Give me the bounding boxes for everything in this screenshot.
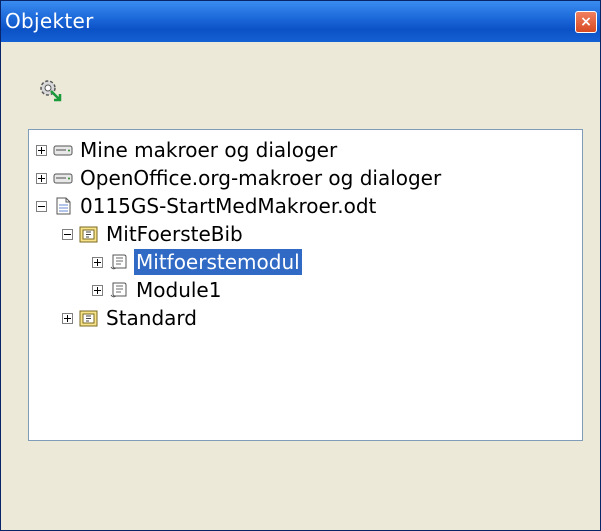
tree-item-label: OpenOffice.org-makroer og dialoger — [80, 166, 442, 190]
drive-icon — [53, 173, 73, 184]
tree-item-label: Mine makroer og dialoger — [80, 138, 338, 162]
tree-item-library-mitfoerstebib[interactable]: MitFoersteBib — [62, 221, 245, 247]
title-bar[interactable]: Objekter × — [1, 1, 600, 42]
tree-item-library-standard[interactable]: Standard — [62, 305, 199, 331]
library-icon — [79, 226, 98, 243]
drive-icon — [53, 145, 73, 156]
tree-item-document[interactable]: 0115GS-StartMedMakroer.odt — [36, 193, 378, 219]
tree-item-openoffice-macros[interactable]: OpenOffice.org-makroer og dialoger — [36, 165, 443, 191]
collapse-icon[interactable] — [36, 200, 47, 212]
tree-item-module-module1[interactable]: Module1 — [92, 277, 223, 303]
expand-icon[interactable] — [92, 256, 103, 268]
expand-icon[interactable] — [92, 284, 103, 296]
tree-item-label: Standard — [106, 306, 197, 330]
library-icon — [79, 310, 98, 327]
window-title: Objekter — [5, 9, 94, 33]
collapse-icon[interactable] — [62, 228, 73, 240]
tree-item-my-macros[interactable]: Mine makroer og dialoger — [36, 137, 339, 163]
module-icon — [110, 254, 127, 270]
document-icon — [56, 197, 71, 215]
tree-item-label: Module1 — [136, 278, 222, 302]
object-tree[interactable]: Mine makroer og dialoger OpenOffice.org-… — [28, 129, 583, 441]
tree-item-label: 0115GS-StartMedMakroer.odt — [80, 194, 377, 218]
module-icon — [110, 282, 127, 298]
tree-item-label: MitFoersteBib — [106, 222, 243, 246]
objects-dialog: Objekter × Mine makroer og dialoger Open… — [0, 0, 601, 531]
close-button[interactable]: × — [575, 11, 597, 33]
expand-icon[interactable] — [36, 144, 47, 156]
gear-link-icon[interactable] — [37, 77, 63, 103]
tree-item-label: Mitfoerstemodul — [134, 249, 302, 275]
expand-icon[interactable] — [62, 312, 73, 324]
expand-icon[interactable] — [36, 172, 47, 184]
tree-item-module-mitfoerstemodul[interactable]: Mitfoerstemodul — [92, 249, 302, 275]
